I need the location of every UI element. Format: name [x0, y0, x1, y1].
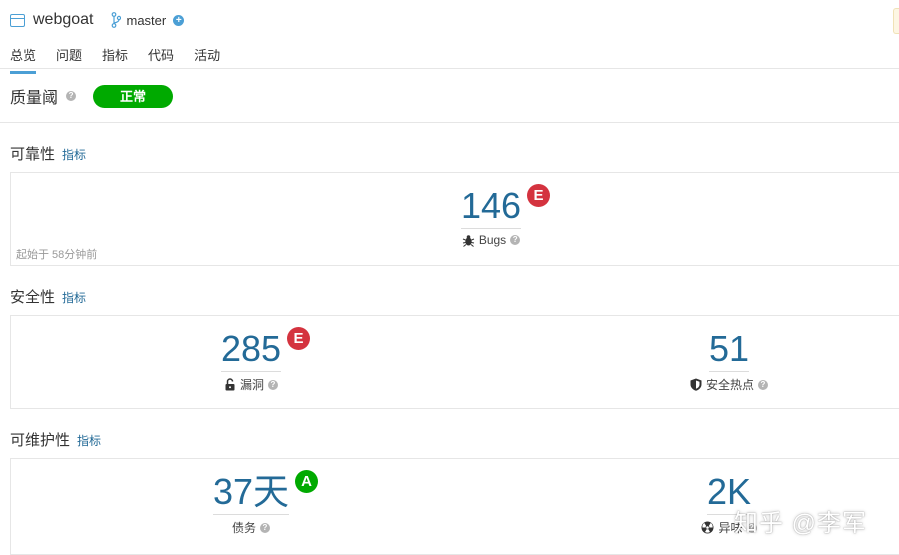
hotspots-label-row: 安全热点 ?: [669, 376, 789, 393]
tab-overview[interactable]: 总览: [10, 45, 37, 74]
tab-activity[interactable]: 活动: [194, 45, 220, 74]
help-icon[interactable]: ?: [66, 91, 77, 101]
bugs-value[interactable]: 146: [460, 187, 522, 229]
radiation-icon: [701, 521, 714, 534]
unlock-icon: [225, 378, 235, 391]
quality-gate-status-badge: 正常: [93, 84, 174, 108]
quality-gate-title: 质量阈: [10, 90, 59, 107]
top-bar: webgoat master + 总览 问题 指标 代码 活动: [0, 0, 899, 74]
hotspots-label: 安全热点: [705, 378, 754, 392]
branch-icon: [111, 12, 121, 28]
shield-icon: [690, 378, 702, 391]
maintainability-title: 可维护性: [10, 432, 71, 449]
project-name[interactable]: webgoat: [33, 11, 94, 29]
security-header: 安全性 指标: [10, 286, 86, 307]
tab-measures[interactable]: 指标: [102, 45, 128, 74]
nav-tabs: 总览 问题 指标 代码 活动: [10, 45, 240, 74]
security-card: 285 漏洞 ? E 51 安全热点 ?: [10, 315, 899, 409]
maintainability-measures-link[interactable]: 指标: [77, 432, 101, 449]
bug-icon: [462, 234, 474, 247]
reliability-rating-badge[interactable]: E: [527, 184, 550, 207]
tab-code[interactable]: 代码: [148, 45, 174, 74]
branch-name[interactable]: master: [127, 13, 167, 28]
help-icon[interactable]: ?: [758, 379, 768, 390]
debt-label: 债务: [231, 521, 256, 535]
vulnerabilities-metric: 285 漏洞 ?: [201, 330, 301, 393]
analysis-since: 起始于 58分钟前: [16, 249, 98, 261]
corner-notice[interactable]: [893, 8, 899, 34]
project-header: webgoat master +: [10, 11, 185, 29]
debt-metric: 37天 债务 ?: [191, 473, 311, 536]
add-branch-icon[interactable]: +: [173, 14, 185, 26]
hotspots-value[interactable]: 51: [708, 330, 750, 372]
debt-label-row: 债务 ?: [191, 519, 311, 536]
divider: [0, 122, 899, 123]
maintainability-header: 可维护性 指标: [10, 429, 101, 450]
help-icon[interactable]: ?: [260, 522, 270, 533]
vulnerabilities-label-row: 漏洞 ?: [201, 376, 301, 393]
help-icon[interactable]: ?: [510, 235, 521, 245]
reliability-header: 可靠性 指标: [10, 143, 86, 164]
project-icon: [10, 13, 25, 27]
vulnerabilities-label: 漏洞: [239, 378, 264, 392]
watermark: 知乎 @李军: [734, 510, 868, 537]
debt-value[interactable]: 37天: [212, 473, 290, 515]
reliability-title: 可靠性: [10, 146, 56, 163]
hotspots-metric: 51 安全热点 ?: [669, 330, 789, 393]
security-rating-badge[interactable]: E: [287, 327, 310, 350]
vulnerabilities-value[interactable]: 285: [220, 330, 282, 372]
reliability-card: 146 Bugs ? E 起始于 58分钟前: [10, 172, 899, 266]
help-icon[interactable]: ?: [268, 379, 278, 390]
bugs-label: Bugs: [478, 233, 507, 247]
bugs-metric: 146 Bugs ?: [441, 187, 541, 247]
security-title: 安全性: [10, 289, 56, 306]
tab-issues[interactable]: 问题: [56, 45, 82, 74]
security-measures-link[interactable]: 指标: [62, 289, 86, 306]
maintainability-rating-badge[interactable]: A: [295, 470, 318, 493]
reliability-measures-link[interactable]: 指标: [62, 146, 86, 163]
bugs-label-row: Bugs ?: [441, 233, 541, 247]
quality-gate: 质量阈 ? 正常: [10, 84, 174, 108]
